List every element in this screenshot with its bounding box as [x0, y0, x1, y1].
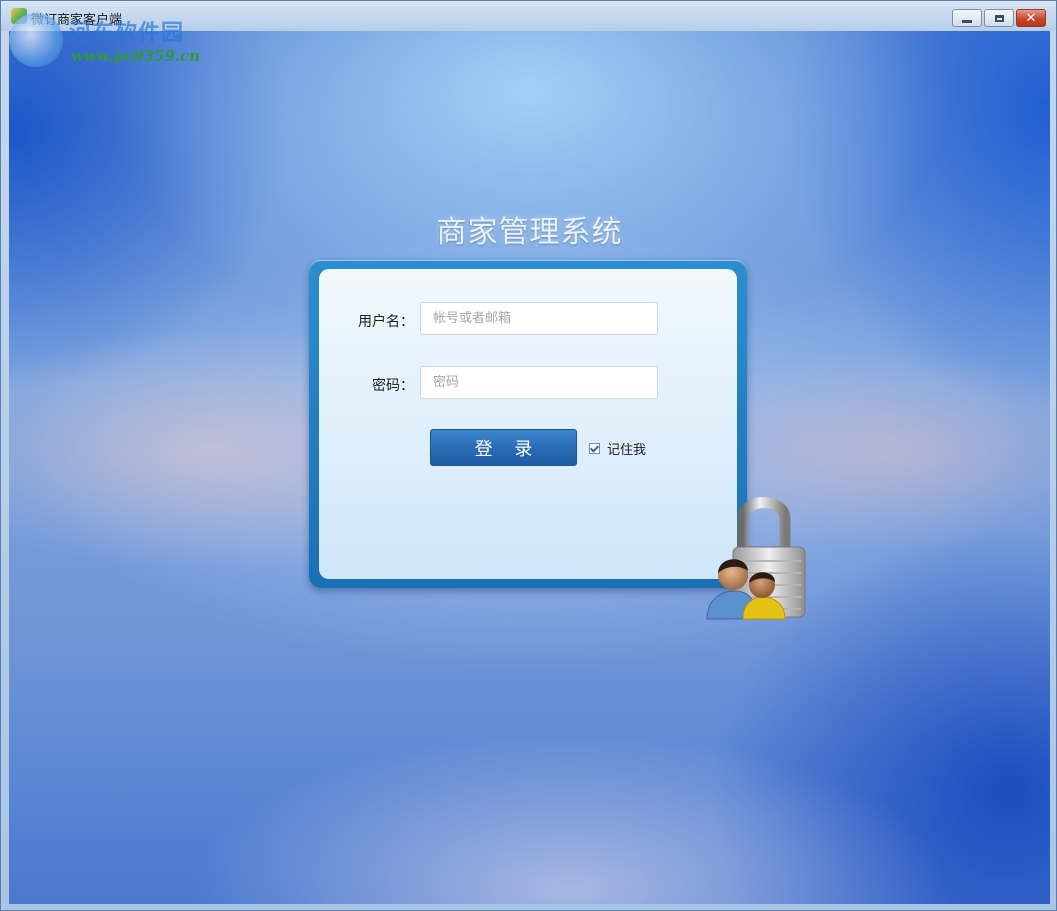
username-input[interactable]: [420, 302, 658, 335]
maximize-icon: [994, 14, 1004, 22]
title-bar[interactable]: 微订商家客户端 ✕: [1, 1, 1056, 31]
app-window: 微订商家客户端 ✕ 商家管理系统 用户名： 密码： 登 录 记住我: [0, 0, 1057, 911]
remember-label: 记住我: [607, 443, 647, 458]
password-input[interactable]: [420, 366, 658, 399]
remember-checkbox[interactable]: [589, 443, 600, 454]
close-icon: ✕: [1025, 10, 1037, 26]
window-title: 微订商家客户端: [31, 13, 123, 28]
minimize-button[interactable]: [952, 9, 982, 27]
minimize-icon: [962, 19, 972, 23]
app-logo-icon: [11, 8, 27, 24]
lock-users-icon: [706, 497, 806, 620]
close-button[interactable]: ✕: [1016, 9, 1046, 27]
password-label: 密码：: [372, 378, 414, 394]
remember-me[interactable]: 记住我: [589, 439, 646, 458]
login-panel-frame: 用户名： 密码： 登 录 记住我: [309, 260, 747, 588]
maximize-button[interactable]: [984, 9, 1014, 27]
username-label: 用户名：: [358, 314, 414, 330]
page-title: 商家管理系统: [436, 215, 623, 250]
login-button[interactable]: 登 录: [430, 429, 577, 466]
login-background: 商家管理系统 用户名： 密码： 登 录 记住我: [9, 31, 1050, 904]
login-panel: 用户名： 密码： 登 录 记住我: [319, 269, 737, 579]
